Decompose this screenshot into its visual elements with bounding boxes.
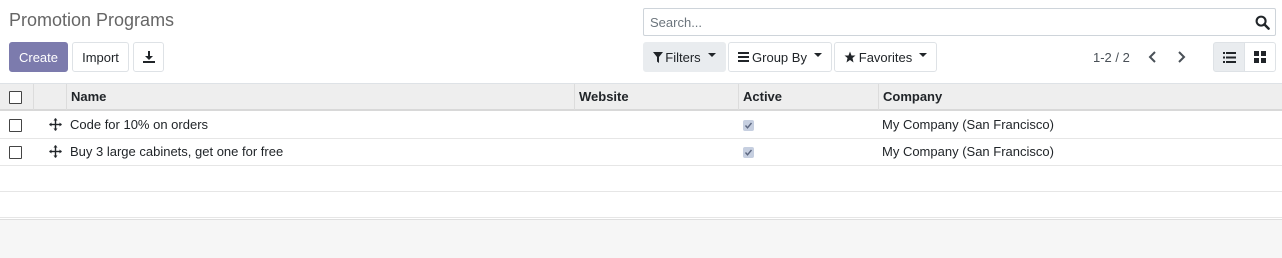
export-button[interactable] [133,42,164,72]
groupby-button[interactable]: Group By [728,42,832,72]
handle-column-header [33,84,67,110]
page-title: Promotion Programs [9,10,175,30]
favorites-button[interactable]: Favorites [834,42,937,72]
list-view-icon [1222,51,1236,63]
chevron-down-icon [919,53,928,57]
column-header-name[interactable]: Name [66,84,574,110]
kanban-view-button[interactable] [1244,42,1276,72]
chevron-left-icon[interactable] [1146,50,1160,64]
import-button[interactable]: Import [72,42,129,72]
filter-icon [653,51,664,63]
create-button[interactable]: Create [9,42,68,72]
row-checkbox[interactable] [9,146,22,159]
drag-handle-icon[interactable] [49,118,62,131]
column-header-active[interactable]: Active [738,84,878,110]
chevron-right-icon[interactable] [1174,50,1188,64]
select-all-checkbox[interactable] [9,91,22,104]
filters-label: Filters [665,49,701,65]
empty-row [0,166,1282,192]
search-box[interactable] [643,8,1276,36]
drag-handle-icon[interactable] [49,145,62,158]
empty-row [0,192,1282,218]
create-button-label: Create [18,49,59,65]
cell-name: Buy 3 large cabinets, get one for free [70,144,284,159]
cell-company: My Company (San Francisco) [882,117,1054,132]
kanban-view-icon [1254,51,1266,63]
list-table: Name Website Active Company Code for 10%… [0,83,1282,218]
star-icon [844,51,856,63]
row-checkbox[interactable] [9,119,22,132]
import-button-label: Import [82,49,119,65]
cell-name: Code for 10% on orders [70,117,209,132]
table-header: Name Website Active Company [0,83,1282,111]
download-icon [142,51,155,63]
search-icon[interactable] [1255,15,1270,30]
list-view-button[interactable] [1213,42,1245,72]
groupby-label: Group By [752,49,807,65]
chevron-down-icon [707,53,716,57]
list-footer [0,219,1282,258]
cell-company: My Company (San Francisco) [882,144,1054,159]
bars-icon [738,52,750,62]
filters-button[interactable]: Filters [643,42,726,72]
search-input[interactable] [644,9,1244,35]
table-row[interactable]: Buy 3 large cabinets, get one for free M… [0,139,1282,166]
active-checkbox [743,120,754,131]
chevron-down-icon [813,53,822,57]
column-header-company[interactable]: Company [878,84,1282,110]
favorites-label: Favorites [858,49,913,65]
table-row[interactable]: Code for 10% on orders My Company (San F… [0,112,1282,139]
active-checkbox [743,147,754,158]
column-header-website[interactable]: Website [574,84,738,110]
pager-value[interactable]: 1-2 / 2 [1093,50,1130,65]
